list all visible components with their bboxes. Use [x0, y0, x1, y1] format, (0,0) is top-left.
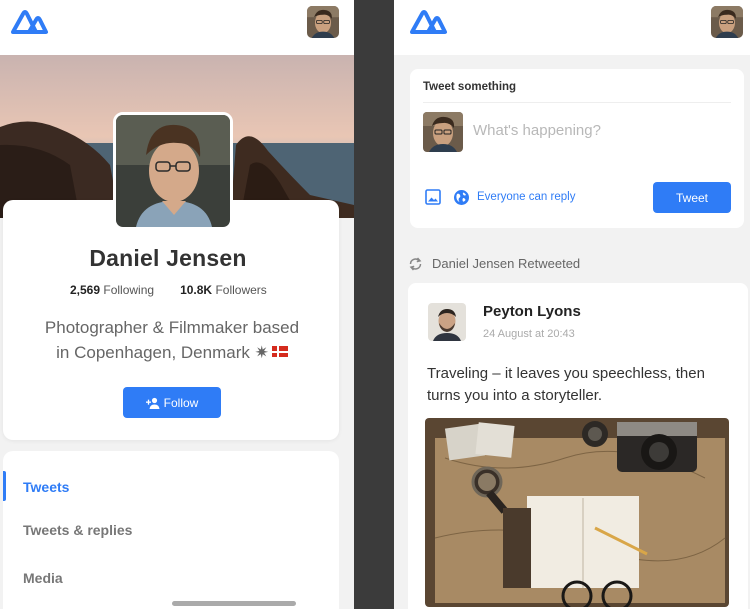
avatar[interactable] [428, 303, 466, 341]
bio-line-1: Photographer & Filmmaker based [44, 318, 300, 337]
avatar[interactable] [711, 6, 743, 38]
follow-label: Follow [163, 395, 199, 410]
compose-title: Tweet something [423, 81, 517, 93]
active-tab-indicator [3, 471, 6, 501]
avatar[interactable] [307, 6, 339, 38]
bio-line-2: in Copenhagen, Denmark ✷ [56, 343, 269, 362]
retweet-notice-text: Daniel Jensen Retweeted [432, 256, 581, 271]
profile-tabs: Tweets Tweets & replies Media [3, 451, 339, 609]
image-icon[interactable] [425, 189, 441, 205]
follow-button[interactable]: Follow [123, 387, 221, 418]
compose-card: Tweet something Everyone can reply Tweet [410, 69, 744, 228]
tab-tweets[interactable]: Tweets [23, 479, 69, 495]
followers-count[interactable]: 10.8K [180, 283, 212, 297]
retweet-icon [409, 257, 422, 270]
tab-tweets-and-replies[interactable]: Tweets & replies [23, 522, 132, 538]
post-text: Traveling – it leaves you speechless, th… [427, 365, 705, 404]
tweet-card[interactable]: Peyton Lyons 24 August at 20:43 Travelin… [408, 283, 748, 609]
compose-divider [423, 102, 731, 103]
app-logo-icon[interactable] [408, 6, 448, 36]
retweet-notice: Daniel Jensen Retweeted [408, 256, 580, 271]
app-logo-icon[interactable] [9, 6, 49, 36]
globe-icon[interactable] [453, 189, 470, 206]
following-count[interactable]: 2,569 [70, 283, 100, 297]
top-bar [394, 0, 750, 55]
profile-name: Daniel Jensen [89, 245, 247, 271]
screen-divider [354, 0, 394, 609]
following-label[interactable]: Following [103, 283, 154, 297]
post-timestamp: 24 August at 20:43 [483, 328, 575, 340]
top-bar [0, 0, 354, 55]
profile-photo[interactable] [113, 112, 233, 230]
profile-bio: Photographer & Filmmaker based in Copenh… [22, 315, 322, 365]
tweet-button[interactable]: Tweet [653, 182, 731, 213]
followers-label[interactable]: Followers [215, 283, 266, 297]
add-person-icon [145, 397, 160, 409]
post-image[interactable] [425, 418, 729, 607]
home-indicator [172, 601, 296, 606]
denmark-flag-icon [271, 346, 288, 357]
feed-screen: Tweet something Everyone can reply Tweet… [394, 0, 750, 609]
profile-screen: Daniel Jensen 2,569 Following 10.8K Follo… [0, 0, 354, 609]
avatar [423, 112, 463, 152]
reply-setting[interactable]: Everyone can reply [477, 191, 575, 203]
post-author[interactable]: Peyton Lyons [483, 303, 581, 320]
profile-stats: 2,569 Following 10.8K Followers [70, 283, 267, 297]
compose-input[interactable] [473, 122, 713, 139]
tab-media[interactable]: Media [23, 570, 63, 586]
